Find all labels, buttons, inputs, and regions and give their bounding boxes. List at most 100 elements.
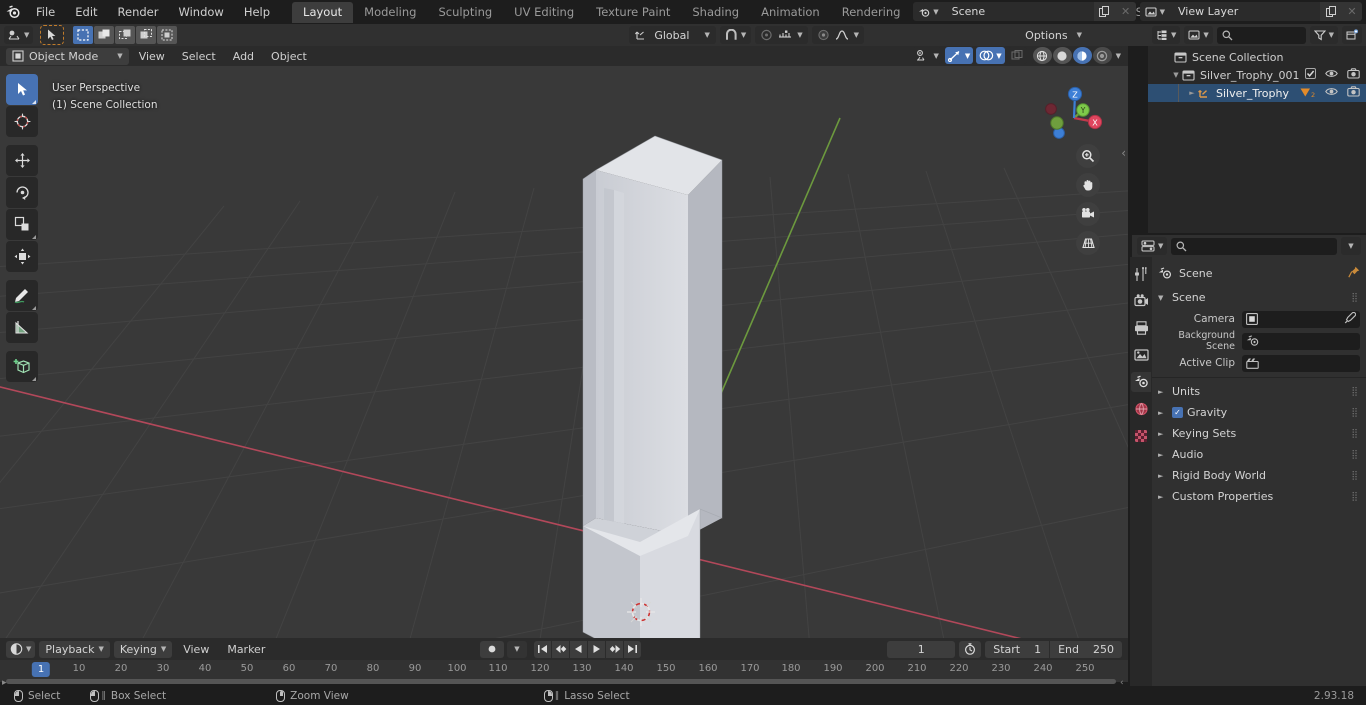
current-frame-field[interactable]: 1 bbox=[887, 640, 956, 658]
viewport-menu-view[interactable]: View bbox=[132, 48, 172, 65]
drag-dots[interactable]: ⣿ bbox=[1351, 450, 1359, 460]
timeline-scrollbar[interactable] bbox=[6, 679, 1116, 684]
shading-material-button[interactable] bbox=[1072, 47, 1092, 64]
playhead[interactable]: 1 bbox=[31, 662, 51, 677]
drag-dots[interactable]: ⣿ bbox=[1351, 387, 1359, 397]
sidebar-toggle-arrow[interactable]: ‹ bbox=[1121, 146, 1126, 160]
scale-tool[interactable] bbox=[6, 209, 38, 240]
tab-sculpting[interactable]: Sculpting bbox=[427, 2, 503, 23]
outliner-search-input[interactable] bbox=[1216, 26, 1306, 44]
tab-texture-paint[interactable]: Texture Paint bbox=[585, 2, 681, 23]
shading-rendered-button[interactable] bbox=[1092, 47, 1112, 64]
field-camera[interactable]: Camera bbox=[1152, 308, 1366, 330]
measure-tool[interactable] bbox=[6, 312, 38, 343]
prev-keyframe-icon[interactable] bbox=[552, 640, 569, 658]
scene-name-field[interactable]: Scene bbox=[943, 2, 1094, 21]
view-layer-name-field[interactable]: View Layer bbox=[1170, 2, 1320, 21]
gravity-checkbox[interactable]: ✓ bbox=[1172, 407, 1183, 418]
transform-orientation-dropdown[interactable]: Global ▼ bbox=[629, 26, 716, 44]
tab-animation[interactable]: Animation bbox=[750, 2, 831, 23]
menu-window[interactable]: Window bbox=[168, 0, 233, 24]
scene-selector[interactable]: ▼ Scene ✕ bbox=[913, 2, 1136, 21]
jump-start-icon[interactable] bbox=[534, 640, 551, 658]
funnel-icon[interactable]: ▼ bbox=[1309, 26, 1338, 44]
next-keyframe-icon[interactable] bbox=[606, 640, 623, 658]
auto-keying-options[interactable]: ▼ bbox=[507, 640, 527, 658]
jump-end-icon[interactable] bbox=[624, 640, 641, 658]
xray-toggle[interactable] bbox=[1007, 47, 1027, 64]
eyedropper-icon[interactable] bbox=[1344, 311, 1357, 327]
drag-dots[interactable]: ⣿ bbox=[1351, 471, 1359, 481]
tab-layout[interactable]: Layout bbox=[292, 1, 354, 23]
annotate-tool[interactable] bbox=[6, 280, 38, 311]
field-active-clip[interactable]: Active Clip bbox=[1152, 352, 1366, 374]
tweak-tool[interactable] bbox=[6, 74, 38, 105]
chevron-down-icon[interactable]: ▼ bbox=[1341, 237, 1361, 255]
field-camera-input[interactable] bbox=[1242, 310, 1360, 328]
start-frame-field[interactable]: Start 1 bbox=[985, 641, 1049, 658]
properties-tab-tool[interactable] bbox=[1131, 264, 1151, 284]
play-icon[interactable] bbox=[588, 640, 605, 658]
expand-triangle[interactable]: ► bbox=[1186, 89, 1198, 97]
properties-tab-scene[interactable] bbox=[1131, 372, 1151, 392]
pin-icon[interactable] bbox=[1348, 266, 1360, 281]
zoom-icon[interactable] bbox=[1076, 144, 1100, 168]
drag-dots[interactable]: ⣿ bbox=[1351, 492, 1359, 502]
rotate-tool[interactable] bbox=[6, 177, 38, 208]
field-active-clip-input[interactable] bbox=[1242, 354, 1360, 372]
falloff-group[interactable]: ▼ bbox=[811, 26, 864, 44]
outliner-panel[interactable]: Scene Collection ▼ Silver_Trophy_001 ► S… bbox=[1148, 46, 1366, 233]
auto-keying-toggle[interactable] bbox=[480, 640, 504, 658]
outliner-display-icon[interactable]: ▼ bbox=[1152, 26, 1181, 44]
field-background-scene[interactable]: Background Scene bbox=[1152, 330, 1366, 352]
panel-scene-header[interactable]: ▼ Scene ⣿ bbox=[1152, 287, 1366, 308]
properties-tab-output[interactable] bbox=[1131, 318, 1151, 338]
shading-wireframe-button[interactable] bbox=[1032, 47, 1052, 64]
modifier-icon[interactable]: 2 bbox=[1299, 87, 1315, 99]
eye-icon[interactable] bbox=[1325, 86, 1338, 100]
object-visibility-dropdown[interactable]: ▼ bbox=[912, 47, 942, 64]
select-invert-icon[interactable] bbox=[136, 26, 157, 44]
options-dropdown[interactable]: Options ▼ bbox=[1017, 26, 1090, 44]
add-cube-tool[interactable] bbox=[6, 351, 38, 382]
shading-solid-button[interactable] bbox=[1052, 47, 1072, 64]
3d-viewport[interactable]: User Perspective (1) Scene Collection Z … bbox=[0, 66, 1128, 638]
camera-icon[interactable] bbox=[1347, 68, 1360, 82]
end-frame-field[interactable]: End 250 bbox=[1049, 640, 1122, 658]
field-background-scene-input[interactable] bbox=[1242, 332, 1360, 350]
camera-view-icon[interactable] bbox=[1076, 202, 1100, 226]
move-tool[interactable] bbox=[6, 145, 38, 176]
eye-icon[interactable] bbox=[1325, 68, 1338, 82]
drag-dots[interactable]: ⣿ bbox=[1351, 429, 1359, 439]
x-icon[interactable]: ✕ bbox=[1115, 2, 1136, 21]
panel-custom-properties[interactable]: ► Custom Properties ⣿ bbox=[1152, 486, 1366, 507]
view-layer-browse-button[interactable]: ▼ bbox=[1139, 2, 1170, 21]
cursor-tool[interactable] bbox=[6, 106, 38, 137]
object-mode-dropdown[interactable]: Object Mode ▼ bbox=[6, 47, 129, 65]
menu-help[interactable]: Help bbox=[234, 0, 280, 24]
toggle-ortho-icon[interactable] bbox=[1076, 231, 1100, 255]
outliner-row-scene-collection[interactable]: Scene Collection bbox=[1148, 48, 1366, 66]
drag-dots[interactable]: ⣿ bbox=[1351, 293, 1359, 303]
outliner-filter-scene-icon[interactable]: ▼ bbox=[1184, 26, 1213, 44]
menu-render[interactable]: Render bbox=[108, 0, 169, 24]
camera-icon[interactable] bbox=[1347, 86, 1360, 100]
tab-rendering[interactable]: Rendering bbox=[831, 2, 912, 23]
gizmo-toggle[interactable]: ▼ bbox=[944, 47, 974, 64]
viewport-menu-add[interactable]: Add bbox=[226, 48, 261, 65]
timeline-menu-view[interactable]: View bbox=[176, 641, 216, 658]
play-reverse-icon[interactable] bbox=[570, 640, 587, 658]
duplicate-icon[interactable] bbox=[1093, 2, 1116, 21]
select-extend-icon[interactable] bbox=[94, 26, 115, 44]
panel-gravity[interactable]: ► ✓ Gravity ⣿ bbox=[1152, 402, 1366, 423]
timeline-menu-marker[interactable]: Marker bbox=[220, 641, 272, 658]
menu-edit[interactable]: Edit bbox=[65, 0, 107, 24]
navigation-gizmo[interactable]: Z Y X bbox=[1038, 78, 1110, 150]
stopwatch-icon[interactable] bbox=[959, 640, 982, 658]
pan-hand-icon[interactable] bbox=[1076, 173, 1100, 197]
editor-type-icon[interactable]: ▼ bbox=[4, 26, 34, 44]
properties-tab-texture[interactable] bbox=[1131, 426, 1151, 446]
select-subtract-icon[interactable] bbox=[115, 26, 136, 44]
scene-browse-button[interactable]: ▼ bbox=[913, 2, 944, 21]
snap-toggle[interactable]: ▼ bbox=[719, 26, 752, 44]
